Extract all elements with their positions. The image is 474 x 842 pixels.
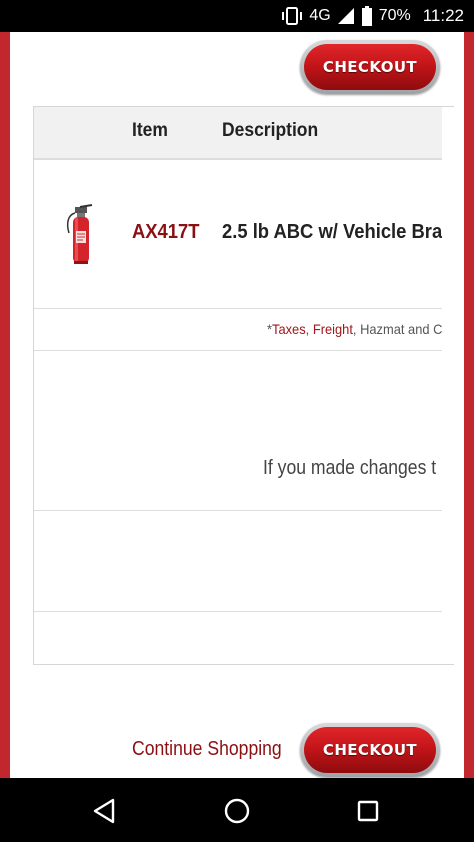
status-icons: 4G 70% 11:22 <box>281 5 464 27</box>
header-item: Item <box>132 120 168 141</box>
fire-extinguisher-image[interactable] <box>62 203 98 267</box>
taxes-rest: , Hazmat and C( <box>352 321 442 337</box>
row-divider <box>34 611 442 612</box>
item-sku-link[interactable]: AX417T <box>132 221 200 244</box>
cart-table-header: Item Description <box>34 107 442 160</box>
checkout-button-top-label: CHECKOUT <box>304 44 436 90</box>
cart-table: Item Description AX417T 2.5 lb ABC w/ Ve… <box>33 106 454 665</box>
continue-shopping-link[interactable]: Continue Shopping <box>132 738 282 761</box>
freight-link[interactable]: Freight <box>313 321 353 337</box>
left-rail <box>0 32 10 778</box>
update-notice: If you made changes t <box>263 457 437 479</box>
row-divider <box>34 308 442 309</box>
navigation-bar <box>0 778 474 842</box>
checkout-button-bottom-label: CHECKOUT <box>304 727 436 773</box>
row-divider <box>34 510 442 511</box>
header-description: Description <box>222 120 319 141</box>
status-bar: 4G 70% 11:22 <box>0 0 474 32</box>
checkout-button-bottom[interactable]: CHECKOUT <box>300 723 440 777</box>
taxes-note: *Taxes, Freight, Hazmat and C( <box>267 321 442 337</box>
battery-icon <box>361 6 373 26</box>
network-type: 4G <box>309 7 331 24</box>
item-description: 2.5 lb ABC w/ Vehicle Brac <box>222 221 442 243</box>
right-rail <box>464 32 474 778</box>
battery-percent: 70% <box>378 7 411 24</box>
recents-icon[interactable] <box>353 796 383 826</box>
taxes-link[interactable]: Taxes <box>272 321 306 337</box>
cart-table-viewport: Item Description AX417T 2.5 lb ABC w/ Ve… <box>34 107 442 664</box>
taxes-sep: , <box>305 321 313 337</box>
vibrate-icon <box>281 7 303 25</box>
back-icon[interactable] <box>90 796 120 826</box>
home-icon[interactable] <box>222 796 252 826</box>
signal-icon <box>337 7 355 25</box>
row-divider <box>34 350 442 351</box>
checkout-button-top[interactable]: CHECKOUT <box>300 40 440 94</box>
clock: 11:22 <box>422 6 464 25</box>
